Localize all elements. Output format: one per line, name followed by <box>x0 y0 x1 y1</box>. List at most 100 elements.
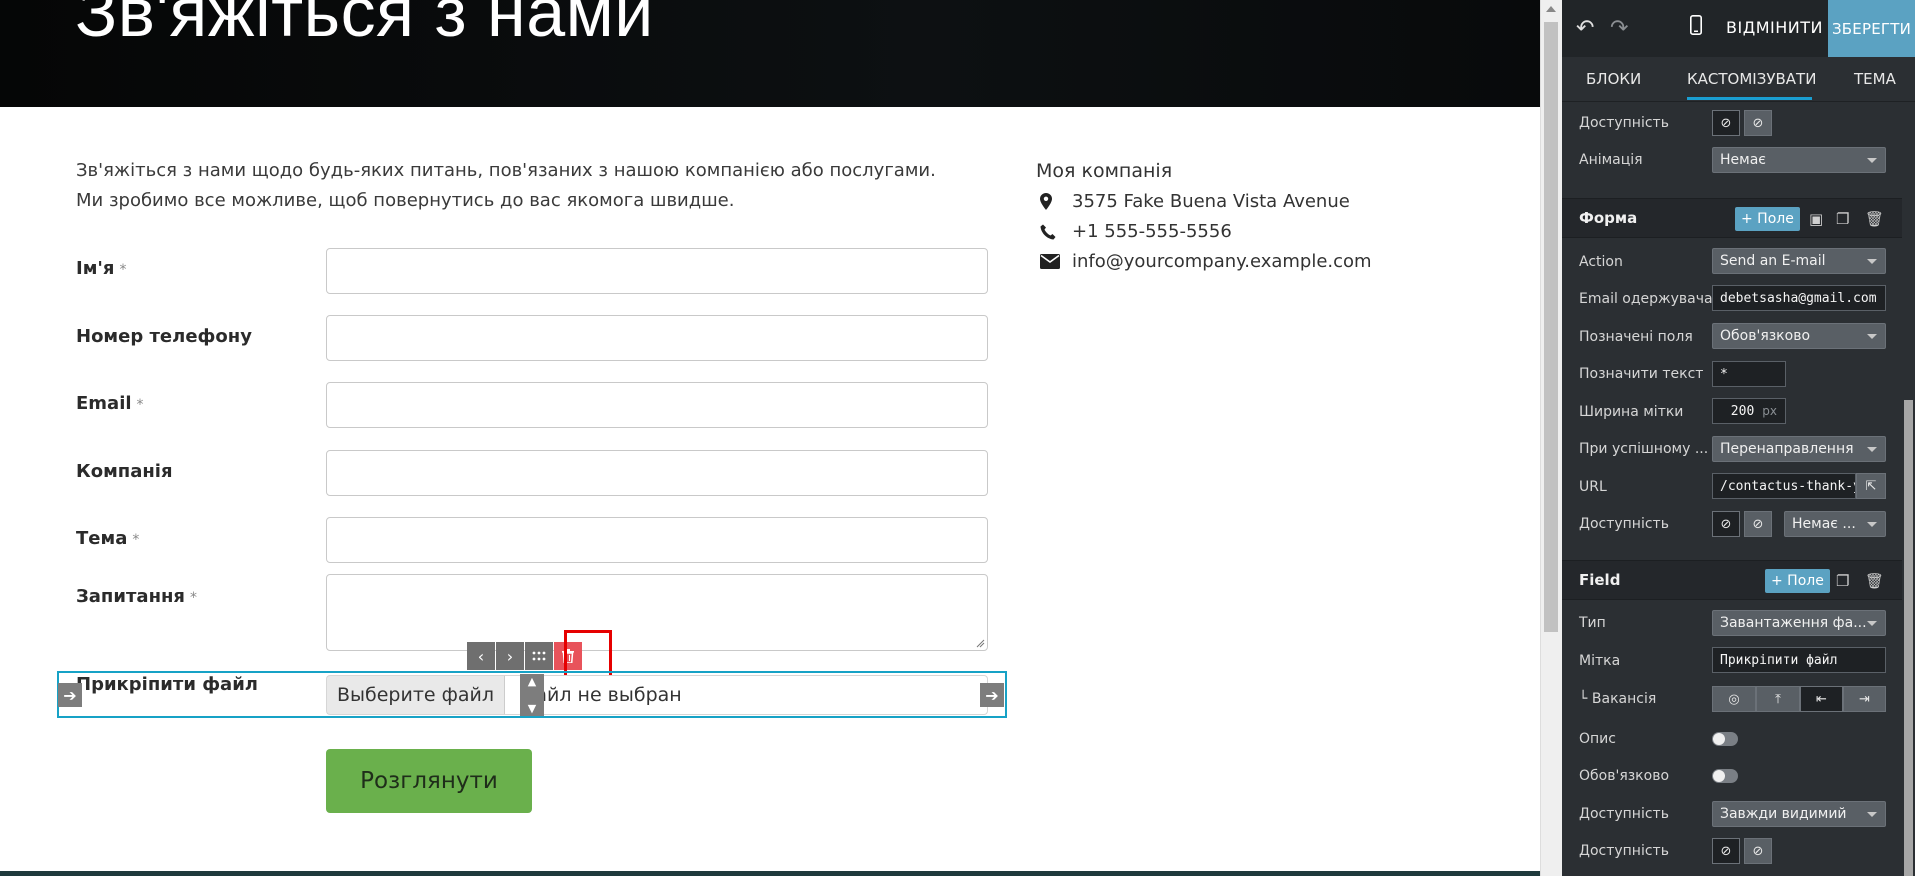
move-prev-button[interactable]: ‹ <box>467 642 495 670</box>
field-hide-mobile-button[interactable]: ⊘ <box>1744 838 1772 864</box>
visibility-label: Доступність <box>1579 115 1669 131</box>
recipient-email-input[interactable]: debetsasha@gmail.com <box>1712 285 1886 311</box>
save-button[interactable]: ЗБЕРЕГТИ <box>1828 0 1915 57</box>
company-name[interactable]: Моя компанія <box>1036 160 1172 182</box>
arrow-left-bar-icon: ⇤ <box>1816 691 1827 707</box>
label-position-label: └ Вакансія <box>1579 691 1657 707</box>
form-section-header: Форма + Поле ▣ ❐ 🗑 <box>1562 198 1902 238</box>
desktop-hidden-icon: ⊘ <box>1720 115 1732 131</box>
company-phone[interactable]: +1 555-555-5556 <box>1072 221 1232 242</box>
company-email[interactable]: info@yourcompany.example.com <box>1072 251 1372 272</box>
page-scrollbar-thumb[interactable] <box>1544 22 1558 632</box>
footer-strip <box>0 871 1540 876</box>
visibility-hide-mobile-button[interactable]: ⊘ <box>1744 110 1772 136</box>
phone-input[interactable] <box>326 315 988 361</box>
eye-slash-icon: ◎ <box>1728 691 1740 707</box>
tab-theme[interactable]: ТЕМА <box>1854 70 1896 88</box>
caret-down-icon <box>1867 812 1877 817</box>
mark-text-input[interactable]: * <box>1712 361 1786 387</box>
desktop-hidden-icon: ⊘ <box>1720 516 1732 532</box>
save-snippet-icon[interactable]: ▣ <box>1809 210 1823 228</box>
company-input[interactable] <box>326 450 988 496</box>
marked-fields-label: Позначені поля <box>1579 329 1693 345</box>
label-hidden-button[interactable]: ◎ <box>1712 686 1756 712</box>
mobile-hidden-icon: ⊘ <box>1752 115 1764 131</box>
intro-text-line-1[interactable]: Зв'яжіться з нами щодо будь-яких питань,… <box>76 160 936 181</box>
animation-select[interactable]: Немає <box>1712 147 1886 173</box>
field-visibility-label: Доступність <box>1579 806 1669 822</box>
intro-text-line-2[interactable]: Ми зробимо все можливе, щоб повернутись … <box>76 190 734 211</box>
active-tab-indicator <box>1687 97 1812 100</box>
email-input[interactable] <box>326 382 988 428</box>
company-address[interactable]: 3575 Fake Buena Vista Avenue <box>1072 191 1350 212</box>
field-type-select[interactable]: Завантаження фа... <box>1712 610 1886 636</box>
action-label: Action <box>1579 254 1623 270</box>
mobile-hidden-icon: ⊘ <box>1752 843 1764 859</box>
duplicate-icon[interactable]: ❐ <box>1836 572 1849 590</box>
open-url-button[interactable]: ⇱ <box>1856 473 1886 499</box>
add-field-button[interactable]: + Поле <box>1735 207 1800 231</box>
action-select[interactable]: Send an E-mail <box>1712 248 1886 274</box>
label-left-button[interactable]: ⇤ <box>1800 686 1843 712</box>
drag-handle-button[interactable] <box>525 642 553 670</box>
resize-grip-icon[interactable] <box>975 638 985 648</box>
field-label-name: Ім'я * <box>76 258 127 279</box>
add-field-button[interactable]: + Поле <box>1765 569 1830 593</box>
undo-icon[interactable]: ↶ <box>1576 16 1594 41</box>
field-hide-desktop-button[interactable]: ⊘ <box>1712 838 1740 864</box>
mobile-preview-icon[interactable] <box>1690 15 1702 41</box>
tab-blocks[interactable]: БЛОКИ <box>1586 70 1641 88</box>
chevron-left-icon: ‹ <box>477 646 485 666</box>
desktop-hidden-icon: ⊘ <box>1720 843 1732 859</box>
phone-icon <box>1036 224 1072 240</box>
label-top-button[interactable]: ⤒ <box>1756 686 1800 712</box>
arrow-up-icon: ▲ <box>527 675 537 688</box>
url-input[interactable]: /contactus-thank-you <box>1712 473 1856 499</box>
resize-left-handle[interactable]: ➔ <box>58 683 82 707</box>
marked-fields-select[interactable]: Обов'язково <box>1712 323 1886 349</box>
field-label-input[interactable]: Прикріпити файл <box>1712 647 1886 673</box>
website-page: Зв'яжіться з нами Зв'яжіться з нами щодо… <box>0 0 1540 876</box>
duplicate-icon[interactable]: ❐ <box>1836 210 1849 228</box>
scroll-up-arrow-icon[interactable] <box>1546 6 1556 12</box>
redo-icon[interactable]: ↷ <box>1610 16 1628 41</box>
question-textarea[interactable] <box>326 574 988 651</box>
resize-right-handle[interactable]: ➔ <box>980 683 1004 707</box>
form-visibility-select[interactable]: Немає ... <box>1784 511 1886 537</box>
form-hide-desktop-button[interactable]: ⊘ <box>1712 511 1740 537</box>
grid-dots-icon <box>532 651 546 661</box>
submit-button[interactable]: Розглянути <box>326 749 532 813</box>
field-label-subject: Тема * <box>76 528 140 549</box>
name-input[interactable] <box>326 248 988 294</box>
page-title[interactable]: Зв'яжіться з нами <box>75 0 654 52</box>
tab-customize[interactable]: КАСТОМІЗУВАТИ <box>1687 70 1816 88</box>
field-section-header: Field + Поле ❐ 🗑 <box>1562 560 1902 600</box>
label-width-unit: px <box>1762 404 1777 418</box>
trash-icon[interactable]: 🗑 <box>1865 572 1884 590</box>
on-success-select[interactable]: Перенаправлення <box>1712 436 1886 462</box>
editor-tabs: БЛОКИ КАСТОМІЗУВАТИ ТЕМА <box>1562 57 1915 102</box>
label-width-input[interactable]: 200 px <box>1712 398 1786 424</box>
field-label-company: Компанія <box>76 461 173 482</box>
panel-scrollbar-thumb[interactable] <box>1904 400 1913 876</box>
required-mark: * <box>119 262 127 278</box>
description-toggle[interactable] <box>1712 732 1738 746</box>
subject-input[interactable] <box>326 517 988 563</box>
caret-down-icon <box>1867 334 1877 339</box>
required-toggle[interactable] <box>1712 769 1738 783</box>
caret-down-icon <box>1867 259 1877 264</box>
vertical-move-handle[interactable]: ▲ ▼ <box>520 674 544 716</box>
type-label: Тип <box>1579 615 1606 631</box>
field-device-visibility-label: Доступність <box>1579 843 1669 859</box>
move-next-button[interactable]: › <box>496 642 524 670</box>
external-link-icon: ⇱ <box>1865 478 1877 494</box>
trash-icon[interactable]: 🗑 <box>1865 210 1884 228</box>
visibility-hide-desktop-button[interactable]: ⊘ <box>1712 110 1740 136</box>
hero-banner: Зв'яжіться з нами <box>0 0 1540 107</box>
label-right-button[interactable]: ⇥ <box>1843 686 1886 712</box>
form-hide-mobile-button[interactable]: ⊘ <box>1744 511 1772 537</box>
field-visibility-select[interactable]: Завжди видимий <box>1712 801 1886 827</box>
arrow-up-bar-icon: ⤒ <box>1775 691 1781 707</box>
editor-topbar: ↶ ↷ ВІДМІНИТИ ЗБЕРЕГТИ <box>1562 0 1915 57</box>
discard-button[interactable]: ВІДМІНИТИ <box>1726 18 1823 37</box>
